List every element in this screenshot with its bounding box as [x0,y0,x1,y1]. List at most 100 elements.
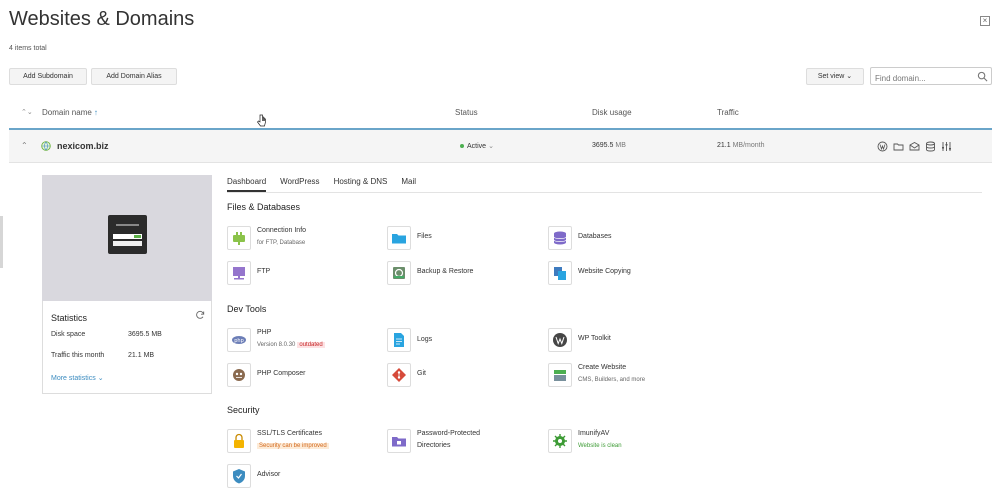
wp-toolkit-label: WP Toolkit [578,335,611,342]
tabs-divider [227,192,982,193]
ftp-icon [227,261,251,285]
database-icon [548,226,572,250]
traffic-value-unit: MB/month [732,142,765,149]
databases-label: Databases [578,233,612,240]
create-website-sub: CMS, Builders, and more [578,377,646,383]
php-version: Version 8.0.30 [257,342,296,348]
mail-icon[interactable] [909,139,920,151]
preview-button [134,235,141,238]
domain-name-link[interactable]: nexicom.biz [57,141,109,151]
password-protected-label: Password-Protected [417,430,481,437]
search-box[interactable] [870,67,992,87]
advisor-label: Advisor [257,471,281,478]
page-title: Websites & Domains [9,8,195,30]
create-website-icon [548,363,572,387]
files-label: Files [417,233,432,240]
folder-icon [387,226,411,250]
website-clean-status: Website is clean [578,443,622,449]
status-label: Active [467,143,487,150]
chevron-down-icon: ⌄ [846,73,853,80]
column-domain-name[interactable]: Domain name ↑ [42,108,98,117]
preview-field [113,241,142,246]
tab-hosting-dns[interactable]: Hosting & DNS [334,177,388,192]
close-icon[interactable]: × [980,16,990,26]
advisor-icon [227,464,251,488]
create-website-label: Create Website [578,364,627,371]
disk-usage-value: 3695.5 MB [592,142,626,149]
imunifyav-label: ImunifyAV [578,430,610,437]
statistics-title: Statistics [51,313,88,323]
traffic-month-label: Traffic this month [51,352,105,359]
chevron-down-icon: ⌄ [488,143,494,150]
ssl-label: SSL/TLS Certificates [257,430,322,437]
folder-icon[interactable] [893,139,904,151]
logs-label: Logs [417,336,433,343]
table-row[interactable]: ⌃ nexicom.biz Active ⌄ 3695.5 MB 21.1 MB/… [9,130,992,163]
status-dropdown[interactable]: Active ⌄ [460,142,494,150]
add-domain-alias-button[interactable]: Add Domain Alias [91,68,177,85]
collapse-icon[interactable]: ⌃ [21,141,28,150]
mouse-cursor-icon [257,114,266,127]
git-icon [387,363,411,387]
page: Websites & Domains × 4 items total Add S… [0,0,1000,492]
more-statistics-label: More statistics [51,375,96,382]
password-protected-label-2: Directories [417,442,451,449]
php-version-line: Version 8.0.30 outdated [257,342,325,348]
items-count: 4 items total [9,45,47,52]
sort-asc-icon: ↑ [93,108,98,117]
database-icon[interactable] [925,139,936,152]
column-domain-label: Domain name [42,108,92,117]
set-view-label: Set view [817,73,845,80]
expand-all-icon[interactable]: ⌃⌄ [21,108,33,116]
outdated-badge: outdated [297,342,325,348]
svg-text:php: php [234,338,244,344]
composer-icon [227,363,251,387]
column-traffic[interactable]: Traffic [717,108,739,117]
imunify-status: Website is clean [578,443,622,449]
tab-dashboard[interactable]: Dashboard [227,177,267,192]
copy-icon [548,261,572,285]
preview-bar [116,224,139,226]
wordpress-icon [548,328,572,352]
tab-mail[interactable]: Mail [401,177,416,192]
statistics-card: Statistics Disk space 3695.5 MB Traffic … [42,301,212,394]
side-scroll-indicator [0,216,3,268]
section-title-dev: Dev Tools [227,304,267,314]
website-preview[interactable] [42,175,212,301]
traffic-month-value: 21.1 MB [128,352,155,359]
globe-icon [41,141,51,151]
php-icon: php [227,328,251,352]
connection-info-sub: for FTP, Database [257,240,306,246]
more-statistics-link[interactable]: More statistics ⌄ [51,374,104,382]
search-input[interactable] [871,70,971,87]
disk-value-number: 3695.5 [592,142,614,149]
traffic-value-number: 21.1 [717,142,731,149]
column-status[interactable]: Status [455,108,478,117]
disk-space-value: 3695.5 MB [128,331,162,338]
column-disk-usage[interactable]: Disk usage [592,108,632,117]
refresh-icon[interactable] [195,310,205,320]
settings-sliders-icon[interactable] [941,139,952,151]
tab-wordpress[interactable]: WordPress [280,177,319,192]
ftp-label: FTP [257,268,271,275]
table-header: ⌃⌄ Domain name ↑ Status Disk usage Traffi… [9,100,992,130]
set-view-button[interactable]: Set view ⌄ [806,68,864,85]
ssl-status: Security can be improved [257,443,329,449]
lock-icon [227,429,251,453]
tab-bar: Dashboard WordPress Hosting & DNS Mail [227,177,430,192]
connection-info-label: Connection Info [257,227,307,234]
website-copying-label: Website Copying [578,268,631,275]
disk-space-label: Disk space [51,331,86,338]
traffic-value: 21.1 MB/month [717,142,764,149]
chevron-down-icon: ⌄ [97,375,104,382]
row-actions [877,139,952,152]
section-title-files: Files & Databases [227,202,301,212]
add-subdomain-button[interactable]: Add Subdomain [9,68,87,85]
folder-lock-icon [387,429,411,453]
backup-restore-label: Backup & Restore [417,268,474,275]
backup-icon [387,261,411,285]
search-icon[interactable] [977,71,988,82]
php-label: PHP [257,329,272,336]
status-dot [460,144,464,149]
wordpress-icon[interactable] [877,139,888,152]
